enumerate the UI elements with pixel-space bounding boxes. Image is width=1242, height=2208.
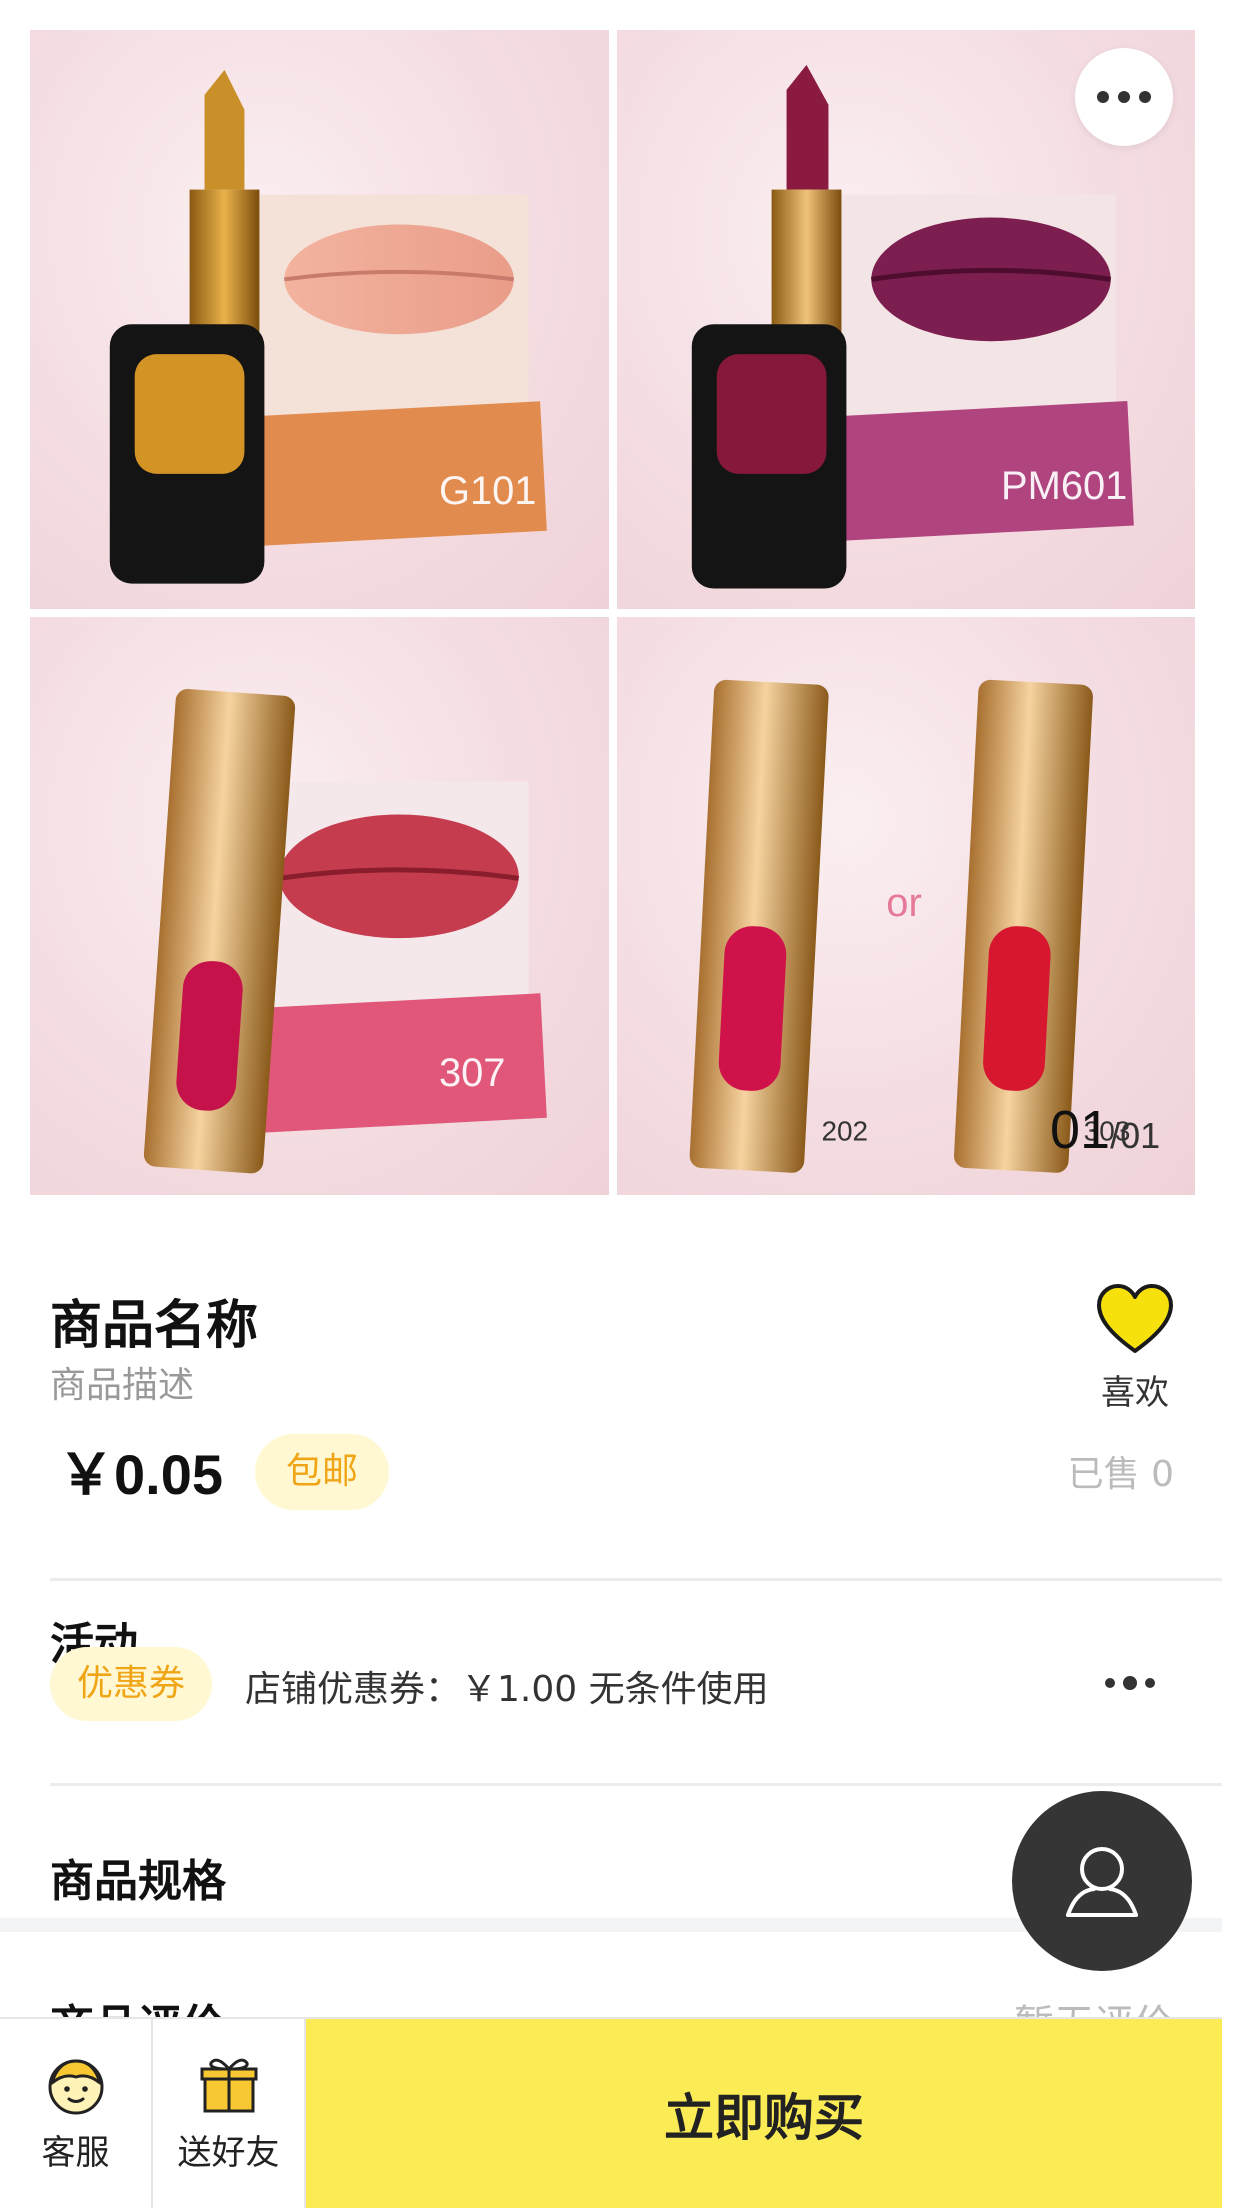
product-name: 商品名称 <box>50 1296 259 1356</box>
coupon-text[interactable]: 店铺优惠券：￥1.00 无条件使用 <box>245 1660 769 1712</box>
dot <box>1118 91 1130 103</box>
free-shipping-badge: 包邮 <box>255 1434 389 1510</box>
or-separator: or <box>886 881 921 925</box>
more-dots-icon[interactable] <box>1075 48 1173 146</box>
buy-now-button[interactable]: 立即购买 <box>306 2019 1222 2208</box>
gallery-page-indicator: 01/01 <box>1050 1103 1160 1157</box>
share-gift-button[interactable]: 送好友 <box>153 2019 306 2208</box>
shade-code-pm601: PM601 <box>1001 464 1127 508</box>
service-face-icon <box>48 2059 103 2115</box>
page-total: /01 <box>1110 1115 1161 1156</box>
ellipsis-icon[interactable] <box>1105 1676 1155 1690</box>
heart-icon <box>1097 1284 1173 1353</box>
dot <box>1097 91 1109 103</box>
product-price: ￥0.05 <box>58 1443 223 1506</box>
shade-code-202: 202 <box>821 1115 868 1146</box>
product-image-tile-gold: G101 <box>30 30 609 609</box>
user-icon <box>1066 1847 1138 1917</box>
customer-service-button[interactable]: 客服 <box>0 2019 153 2208</box>
dot <box>1145 1678 1155 1688</box>
dot <box>1123 1676 1137 1690</box>
page-current: 01 <box>1050 1100 1111 1160</box>
divider <box>50 1578 1222 1581</box>
product-image-gallery[interactable]: G101 PM601 307 or 202 303 <box>30 30 1195 1195</box>
product-description: 商品描述 <box>50 1365 195 1406</box>
shade-code-307: 307 <box>439 1050 506 1094</box>
specs-row[interactable]: 商品规格 <box>50 1845 226 1909</box>
service-label: 客服 <box>41 2133 110 2173</box>
coupon-tag: 优惠券 <box>50 1647 212 1721</box>
shade-code-g101: G101 <box>439 469 537 513</box>
bottom-action-bar: 客服 送好友 立即购买 <box>0 2017 1222 2208</box>
gift-icon <box>200 2058 257 2113</box>
divider <box>50 1783 1222 1786</box>
product-image-tile-rose: 307 <box>30 616 609 1195</box>
gift-label: 送好友 <box>177 2133 280 2173</box>
dot <box>1139 91 1151 103</box>
like-label: 喜欢 <box>1101 1373 1169 1413</box>
floating-user-button[interactable] <box>1012 1791 1192 1971</box>
dot <box>1105 1678 1115 1688</box>
like-button[interactable]: 喜欢 <box>1095 1283 1175 1414</box>
sold-count: 已售 0 <box>1067 1454 1174 1495</box>
